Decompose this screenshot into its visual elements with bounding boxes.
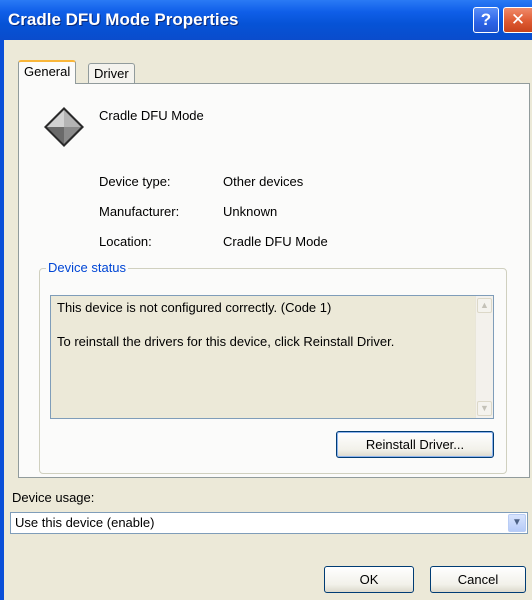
- device-type-label: Device type:: [99, 174, 171, 189]
- tab-driver[interactable]: Driver: [88, 63, 135, 85]
- chevron-up-icon: ▲: [480, 300, 489, 310]
- chevron-down-icon: ▼: [512, 517, 522, 528]
- close-button[interactable]: ✕: [503, 7, 532, 33]
- reinstall-driver-button[interactable]: Reinstall Driver...: [336, 431, 494, 458]
- cancel-button[interactable]: Cancel: [430, 566, 526, 593]
- device-usage-label: Device usage:: [12, 490, 95, 505]
- location-value: Cradle DFU Mode: [223, 234, 328, 249]
- title-bar[interactable]: Cradle DFU Mode Properties ? ✕: [0, 0, 532, 40]
- device-usage-value: Use this device (enable): [15, 515, 155, 530]
- manufacturer-label: Manufacturer:: [99, 204, 180, 219]
- status-message: This device is not configured correctly.…: [57, 300, 332, 315]
- device-type-value: Other devices: [223, 174, 304, 189]
- device-usage-dropdown[interactable]: Use this device (enable) ▼: [10, 512, 528, 534]
- device-status-textbox[interactable]: This device is not configured correctly.…: [50, 295, 494, 419]
- device-status-group: Device status This device is not configu…: [39, 260, 507, 474]
- status-scrollbar[interactable]: ▲ ▼: [475, 296, 493, 418]
- dialog-client-area: General Driver Cradle DFU Mode Device ty…: [4, 40, 532, 600]
- chevron-down-icon: ▼: [480, 403, 489, 413]
- general-tab-panel: Cradle DFU Mode Device type: Other devic…: [18, 83, 530, 478]
- device-name: Cradle DFU Mode: [99, 108, 204, 123]
- ok-button[interactable]: OK: [324, 566, 414, 593]
- status-instruction: To reinstall the drivers for this device…: [57, 334, 395, 349]
- manufacturer-value: Unknown: [223, 204, 278, 219]
- properties-window: Cradle DFU Mode Properties ? ✕ General D…: [0, 0, 532, 600]
- device-status-title: Device status: [46, 260, 129, 275]
- help-button[interactable]: ?: [473, 7, 499, 33]
- help-icon: ?: [480, 10, 492, 29]
- scroll-up-button[interactable]: ▲: [477, 298, 492, 313]
- window-title: Cradle DFU Mode Properties: [8, 10, 239, 29]
- scroll-down-button[interactable]: ▼: [477, 401, 492, 416]
- close-icon: ✕: [510, 10, 526, 29]
- tab-general[interactable]: General: [18, 60, 77, 84]
- unknown-device-icon: [44, 107, 84, 147]
- dropdown-button[interactable]: ▼: [508, 514, 526, 532]
- location-label: Location:: [99, 234, 152, 249]
